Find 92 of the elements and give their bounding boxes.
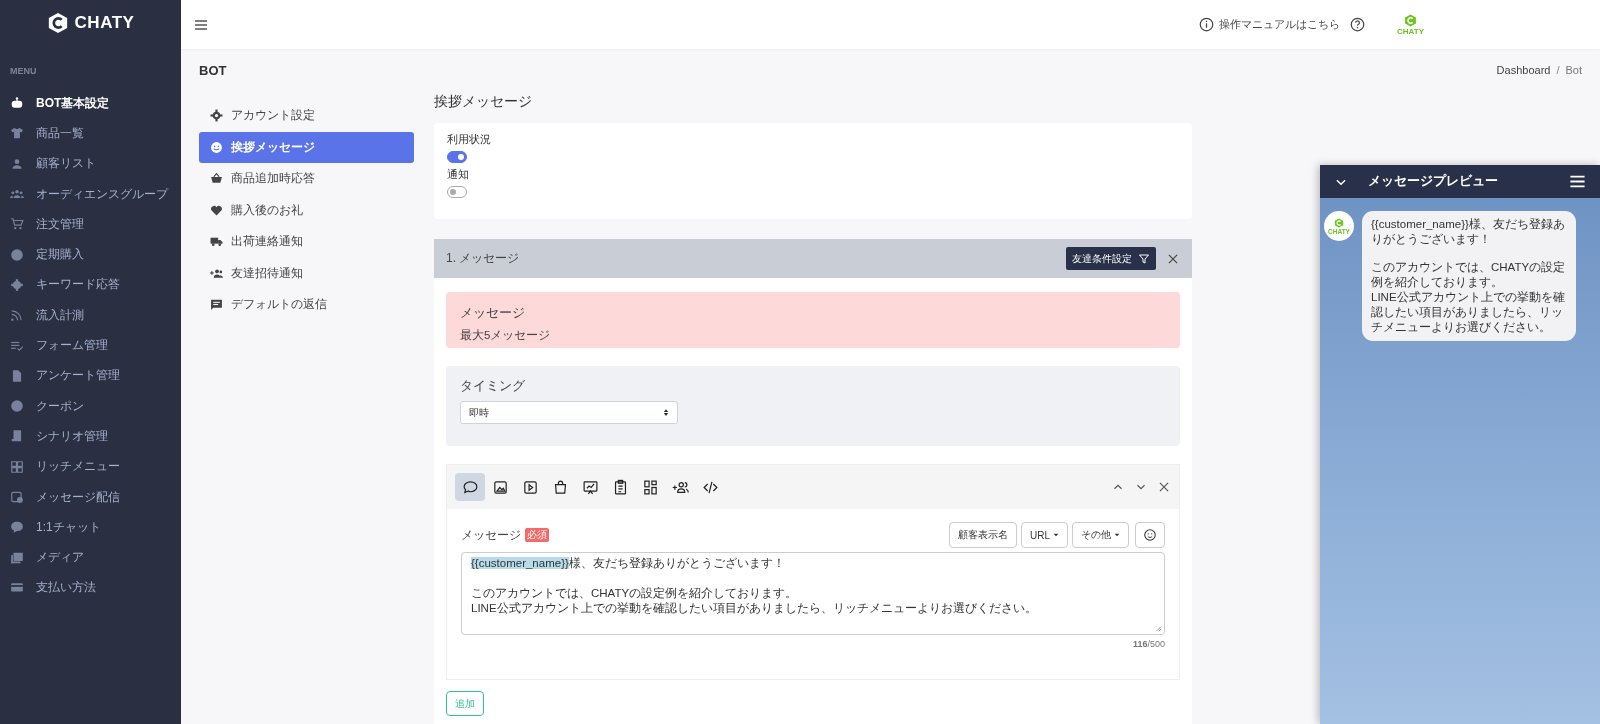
person-icon bbox=[10, 156, 24, 171]
sidebar-item[interactable]: 流入計測 bbox=[0, 300, 181, 331]
sort-caret-icon bbox=[663, 408, 669, 417]
chat-text: このアカウントでは、CHATYの設定例を紹介しております。 bbox=[1371, 260, 1567, 290]
menu-icon[interactable] bbox=[1569, 173, 1586, 190]
chat-text: LINE公式アカウント上での挙動を確認したい項目がありましたら、リッチメニューよりお選びください。 bbox=[1371, 290, 1566, 335]
logo-icon bbox=[1334, 217, 1344, 228]
character-counter: 116/500 bbox=[1132, 639, 1165, 649]
document-icon bbox=[10, 368, 24, 383]
setting-label: 通知 bbox=[447, 168, 469, 182]
shirt-icon bbox=[10, 126, 24, 141]
required-badge: 必須 bbox=[525, 528, 549, 542]
setting-label: 利用状況 bbox=[447, 133, 491, 147]
manual-link[interactable]: 操作マニュアルはこちら bbox=[1199, 17, 1341, 32]
tool-button[interactable] bbox=[455, 473, 485, 501]
field-label: メッセージ bbox=[461, 526, 521, 544]
sidebar-item[interactable]: 支払い方法 bbox=[0, 572, 181, 604]
chat-text: {{customer_name}}様、友だち登録ありがとうございます！ bbox=[1371, 217, 1566, 247]
caret-icon bbox=[1114, 533, 1120, 537]
resize-handle-icon[interactable] bbox=[1154, 624, 1162, 632]
chart-monitor-icon bbox=[581, 478, 599, 496]
menu-heading: MENU bbox=[9, 65, 38, 78]
sidebar-item[interactable]: BOT基本設定 bbox=[0, 88, 181, 119]
submenu-item[interactable]: 挨拶メッセージ bbox=[199, 131, 414, 163]
emoji-button[interactable] bbox=[1135, 522, 1165, 548]
signal-icon bbox=[10, 308, 24, 323]
play-icon bbox=[521, 478, 539, 496]
card-icon bbox=[10, 580, 24, 595]
sidebar-item[interactable]: リッチメニュー bbox=[0, 451, 181, 482]
sidebar-item[interactable]: 注文管理 bbox=[0, 209, 181, 240]
message-field[interactable]: {{customer_name}}様、友だち登録ありがとうございます！ このアカウントでは、CHATYの設定例を紹介しております。 LINE公式アカウント上での挙動を確認したい項目がありましたら、リッチメニューよりお選びください。 bbox=[461, 552, 1165, 635]
message-block-title: 1. メッセージ bbox=[446, 250, 520, 267]
grid-icon bbox=[10, 459, 24, 474]
submenu-item[interactable]: 友達招待通知 bbox=[199, 257, 414, 289]
close-icon[interactable] bbox=[1157, 480, 1171, 494]
logo-text: CHATY bbox=[1397, 26, 1424, 36]
insert-button[interactable]: その他 bbox=[1072, 522, 1129, 548]
submenu-item[interactable]: デフォルトの返信 bbox=[199, 289, 414, 321]
sidebar-item[interactable]: 定期購入 bbox=[0, 239, 181, 270]
help-icon[interactable] bbox=[1350, 17, 1366, 32]
heart-icon bbox=[210, 203, 223, 217]
chat-bubble-icon bbox=[10, 520, 24, 535]
text-line: LINE公式アカウント上での挙動を確認したい項目がありましたら、リッチメニューよりお選びください。 bbox=[471, 601, 1037, 616]
alert-text: 最大5メッセージ bbox=[460, 328, 552, 343]
insert-button[interactable]: 顧客表示名 bbox=[949, 522, 1017, 548]
insert-button[interactable]: URL bbox=[1021, 522, 1068, 548]
text-line: {{customer_name}}様、友だち登録ありがとうございます！ bbox=[471, 556, 785, 571]
smiley-icon bbox=[210, 140, 223, 154]
submenu-item[interactable]: 購入後のお礼 bbox=[199, 194, 414, 226]
sidebar-item[interactable]: 顧客リスト bbox=[0, 148, 181, 179]
truck-icon bbox=[210, 235, 223, 249]
breadcrumb-link[interactable]: Bot bbox=[1565, 64, 1582, 76]
toggle-switch[interactable] bbox=[447, 151, 467, 163]
text-line: このアカウントでは、CHATYの設定例を紹介しております。 bbox=[471, 586, 798, 601]
preview-title: メッセージプレビュー bbox=[1368, 173, 1498, 190]
sidebar-item[interactable]: キーワード応答 bbox=[0, 269, 181, 301]
toggle-switch[interactable] bbox=[447, 186, 467, 198]
sidebar-item[interactable]: メディア bbox=[0, 542, 181, 573]
images-icon bbox=[10, 550, 24, 565]
section-title: 挨拶メッセージ bbox=[434, 93, 533, 111]
smiley-icon bbox=[1143, 528, 1157, 542]
sidebar-item[interactable]: アンケート管理 bbox=[0, 360, 181, 391]
alert-title: メッセージ bbox=[460, 304, 526, 322]
robot-icon bbox=[10, 96, 24, 111]
layout-icon bbox=[641, 478, 659, 496]
logo-icon bbox=[1404, 13, 1417, 27]
page-title: BOT bbox=[199, 62, 227, 78]
cart-icon bbox=[10, 217, 24, 232]
sidebar-item[interactable]: クーポン bbox=[0, 390, 181, 422]
logo-icon bbox=[46, 12, 69, 34]
timing-select[interactable]: 即時 bbox=[460, 401, 678, 424]
speech-bubble-icon bbox=[461, 478, 479, 496]
sidebar-item[interactable]: オーディエンスグループ bbox=[0, 178, 181, 210]
sidebar-item[interactable]: 商品一覧 bbox=[0, 118, 181, 149]
submenu-item[interactable]: 出荷連絡通知 bbox=[199, 226, 414, 258]
breadcrumb-separator: / bbox=[1556, 64, 1560, 76]
caret-icon bbox=[1053, 533, 1059, 537]
timing-label: タイミング bbox=[460, 377, 526, 395]
filter-icon bbox=[1138, 252, 1150, 265]
filter-button[interactable]: 友達条件設定 bbox=[1066, 247, 1156, 270]
sidebar-item[interactable]: メッセージ配信 bbox=[0, 481, 181, 513]
sidebar-item[interactable]: フォーム管理 bbox=[0, 330, 181, 361]
info-icon bbox=[1199, 17, 1215, 32]
submenu-item[interactable]: 商品追加時応答 bbox=[199, 163, 414, 195]
breadcrumb-link[interactable]: Dashboard bbox=[1496, 64, 1551, 76]
submenu-item[interactable]: アカウント設定 bbox=[199, 100, 414, 132]
sidebar-item[interactable]: 1:1チャット bbox=[0, 512, 181, 543]
logo-text: CHATY bbox=[74, 13, 135, 33]
basket-plus-icon bbox=[210, 172, 223, 186]
sidebar-item[interactable]: シナリオ管理 bbox=[0, 421, 181, 452]
image-icon bbox=[491, 478, 509, 496]
message-icon bbox=[210, 298, 223, 312]
